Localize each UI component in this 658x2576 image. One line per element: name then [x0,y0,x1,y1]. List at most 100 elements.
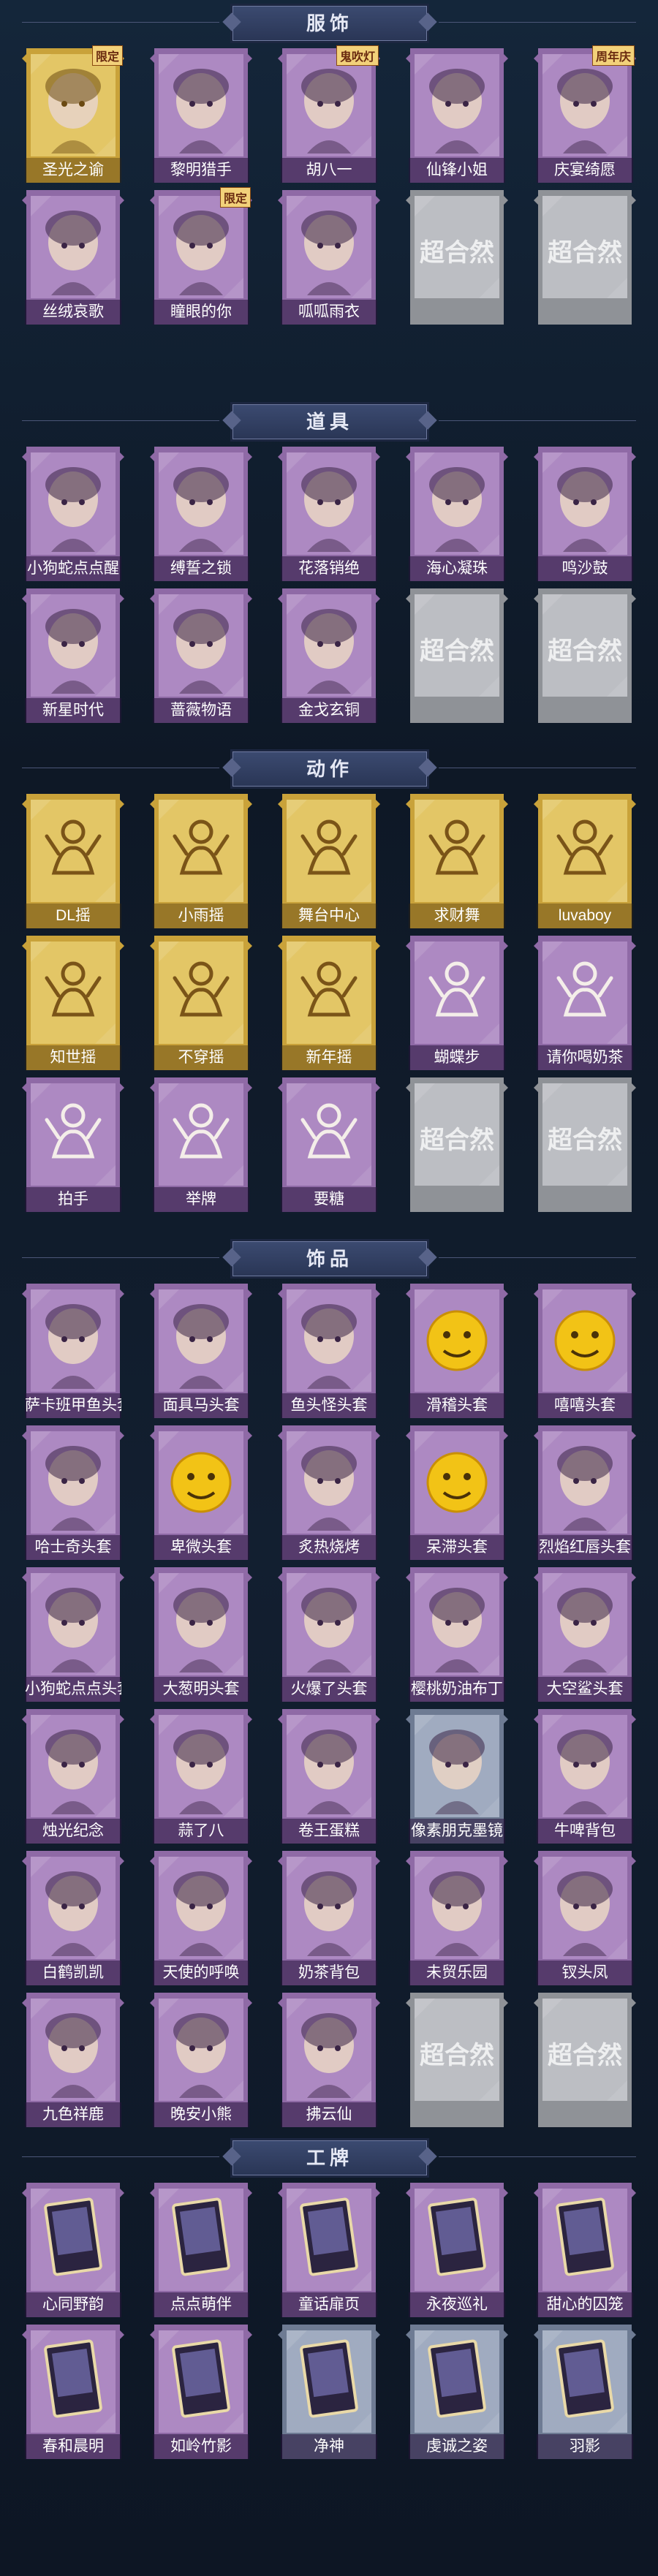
placeholder-watermark: 超合然 [420,637,494,666]
item-card[interactable]: 大葱明头套 [150,1564,252,1706]
item-card[interactable]: 超合然 [406,1075,508,1216]
item-card[interactable]: 舞台中心 [278,791,380,933]
item-card[interactable]: 净神 [278,2322,380,2463]
item-card[interactable]: 蔷薇物语 [150,586,252,727]
section-4: 工牌 心同野韵 点点萌伴 童话扉页 永夜巡礼 甜心的囚笼 春和晨明 如岭竹影 净… [0,2134,658,2478]
item-card[interactable]: 求财舞 [406,791,508,933]
item-card[interactable]: 拍手 [22,1075,124,1216]
item-card[interactable]: 仙锋小姐 [406,45,508,187]
item-card[interactable]: 虔诚之姿 [406,2322,508,2463]
item-label: 蒜了八 [153,1819,249,1844]
item-label: 萨卡班甲鱼头套 [25,1393,121,1418]
section-2: 动作 DL摇 小雨摇 舞台中心 求财舞 luvaboy 知世摇 不穿摇 新年摇 … [0,746,658,1231]
item-card[interactable]: 牛啤背包 [534,1706,636,1848]
section-header: 服饰 [0,0,658,45]
item-card[interactable]: 拂云仙 [278,1990,380,2132]
item-label: 虔诚之姿 [409,2434,505,2459]
item-card[interactable]: 花落销绝 [278,444,380,586]
item-card[interactable]: 烛光纪念 [22,1706,124,1848]
item-card[interactable]: 点点萌伴 [150,2180,252,2322]
item-card[interactable]: DL摇 [22,791,124,933]
item-label: 晚安小熊 [153,2102,249,2127]
item-card[interactable]: 海心凝珠 [406,444,508,586]
item-card[interactable]: 烈焰红唇头套 [534,1423,636,1564]
item-label: 面具马头套 [153,1393,249,1418]
item-label: 小狗蛇点点醒 [25,556,121,581]
item-card[interactable]: 超合然 [406,586,508,727]
item-label: 海心凝珠 [409,556,505,581]
item-card[interactable]: 呆滞头套 [406,1423,508,1564]
item-card[interactable]: 蒜了八 [150,1706,252,1848]
item-card[interactable]: 天使的呼唤 [150,1848,252,1990]
item-card[interactable]: 未贸乐园 [406,1848,508,1990]
item-card[interactable]: 缚誓之锁 [150,444,252,586]
item-card[interactable]: 超合然 [406,1990,508,2132]
item-card[interactable]: 金戈玄铜 [278,586,380,727]
item-card[interactable]: 呱呱雨衣 [278,187,380,329]
item-card[interactable]: 鱼头怪头套 [278,1281,380,1423]
item-card[interactable]: 不穿摇 [150,933,252,1075]
item-card[interactable]: 炙热烧烤 [278,1423,380,1564]
item-card[interactable]: 火爆了头套 [278,1564,380,1706]
item-card[interactable]: 大空鲨头套 [534,1564,636,1706]
item-card[interactable]: 九色祥鹿 [22,1990,124,2132]
item-card[interactable]: 卷王蛋糕 [278,1706,380,1848]
item-card[interactable]: 周年庆 庆宴绮愿 [534,45,636,187]
item-card[interactable]: 超合然 [534,1990,636,2132]
item-card[interactable]: 限定 圣光之谕 [22,45,124,187]
item-card[interactable]: 如岭竹影 [150,2322,252,2463]
item-card[interactable]: 知世摇 [22,933,124,1075]
item-card[interactable]: 举牌 [150,1075,252,1216]
item-label: 炙热烧烤 [281,1535,377,1560]
item-card[interactable]: 卑微头套 [150,1423,252,1564]
item-label: 新星时代 [25,698,121,723]
item-card[interactable]: 春和晨明 [22,2322,124,2463]
item-card[interactable]: 超合然 [406,187,508,329]
item-label: luvaboy [537,904,633,928]
item-grid: 心同野韵 点点萌伴 童话扉页 永夜巡礼 甜心的囚笼 春和晨明 如岭竹影 净神 虔… [22,2180,636,2463]
item-card[interactable]: 钗头凤 [534,1848,636,1990]
item-card[interactable]: 新年摇 [278,933,380,1075]
item-card[interactable]: 超合然 [534,187,636,329]
item-card[interactable]: 小雨摇 [150,791,252,933]
item-card[interactable]: 小狗蛇点点头套 [22,1564,124,1706]
item-card[interactable]: 超合然 [534,586,636,727]
item-card[interactable]: 蝴蝶步 [406,933,508,1075]
item-card[interactable]: luvaboy [534,791,636,933]
item-label: 九色祥鹿 [25,2102,121,2127]
item-card[interactable]: 面具马头套 [150,1281,252,1423]
item-label: 烈焰红唇头套 [537,1535,633,1560]
item-card[interactable]: 小狗蛇点点醒 [22,444,124,586]
item-card[interactable]: 超合然 [534,1075,636,1216]
item-card[interactable]: 羽影 [534,2322,636,2463]
item-card[interactable]: 鬼吹灯 胡八一 [278,45,380,187]
item-card[interactable]: 黎明猎手 [150,45,252,187]
item-card[interactable]: 樱桃奶油布丁 [406,1564,508,1706]
item-card[interactable]: 甜心的囚笼 [534,2180,636,2322]
header-divider-left [22,1257,219,1258]
item-label: 哈士奇头套 [25,1535,121,1560]
item-card[interactable]: 请你喝奶茶 [534,933,636,1075]
item-card[interactable]: 萨卡班甲鱼头套 [22,1281,124,1423]
item-card[interactable]: 鸣沙鼓 [534,444,636,586]
item-card[interactable]: 嘻嘻头套 [534,1281,636,1423]
item-card[interactable]: 永夜巡礼 [406,2180,508,2322]
section-title: 饰品 [306,1248,353,1270]
item-card[interactable]: 晚安小熊 [150,1990,252,2132]
item-label: 牛啤背包 [537,1819,633,1844]
item-card[interactable]: 奶茶背包 [278,1848,380,1990]
item-card[interactable]: 哈士奇头套 [22,1423,124,1564]
item-card[interactable]: 像素朋克墨镜 [406,1706,508,1848]
item-card[interactable]: 新星时代 [22,586,124,727]
placeholder-watermark: 超合然 [420,2041,494,2070]
item-label: 像素朋克墨镜 [409,1819,505,1844]
item-card[interactable]: 白鹤凯凯 [22,1848,124,1990]
item-card[interactable]: 滑稽头套 [406,1281,508,1423]
item-card[interactable]: 童话扉页 [278,2180,380,2322]
item-card[interactable]: 心同野韵 [22,2180,124,2322]
item-card[interactable]: 限定 瞳眼的你 [150,187,252,329]
item-card[interactable]: 丝绒哀歌 [22,187,124,329]
item-card[interactable]: 要糖 [278,1075,380,1216]
item-label: 要糖 [281,1187,377,1212]
item-label: 卑微头套 [153,1535,249,1560]
